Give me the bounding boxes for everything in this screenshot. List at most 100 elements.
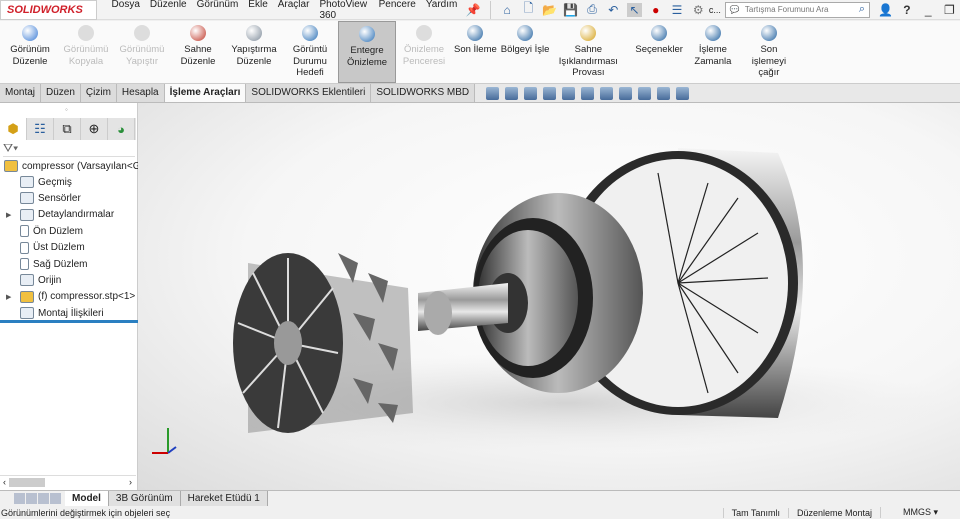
ribbon-son-is-lemeyi-c-ag-r-button[interactable]: Son işlemeyi çağır xyxy=(741,21,797,83)
ribbon-go-ru-ntu-durumu-hedefi-button[interactable]: Görüntü Durumu Hedefi xyxy=(282,21,338,83)
search-icon[interactable]: ⌕ xyxy=(859,3,865,16)
panel-grip[interactable]: ◦ xyxy=(65,105,68,114)
user-icon[interactable]: 👤 xyxy=(878,3,893,17)
zoom-area-icon[interactable] xyxy=(505,86,519,100)
tab-montaj[interactable]: Montaj xyxy=(0,84,42,102)
ribbon-go-ru-nu-mu-yap-s-t-r-button[interactable]: Görünümü Yapıştır xyxy=(114,21,170,83)
tab-model[interactable]: Model xyxy=(65,491,109,506)
ribbon-label: Görünüm Düzenle xyxy=(10,44,50,67)
tree-item-senso-rler[interactable]: Sensörler xyxy=(20,190,81,206)
tree-item-f-compressor-stp-1-v[interactable]: ▶ (f) compressor.stp<1> (V xyxy=(6,289,149,305)
rebuild-icon[interactable]: ● xyxy=(648,3,663,17)
menu-dosya[interactable]: Dosya xyxy=(107,0,145,21)
compressor-model[interactable] xyxy=(138,103,960,490)
origin-icon xyxy=(20,274,34,287)
menu-gorunum[interactable]: Görünüm xyxy=(192,0,244,21)
ribbon-son-i-leme-button[interactable]: Son İleme xyxy=(452,21,499,83)
next-tab-button[interactable] xyxy=(38,493,49,504)
menu-araclar[interactable]: Araçlar xyxy=(273,0,315,21)
pin-icon[interactable]: 📌 xyxy=(465,3,481,17)
view-orientation-icon[interactable] xyxy=(581,86,595,100)
ribbon-i-s-leme-zamanla-button[interactable]: İşleme Zamanla xyxy=(685,21,741,83)
section-view-icon[interactable] xyxy=(543,86,557,100)
tree-item-orijin[interactable]: Orijin xyxy=(20,272,61,288)
menu-ekle[interactable]: Ekle xyxy=(243,0,272,21)
prev-tab-button[interactable] xyxy=(26,493,37,504)
display-manager-tab[interactable]: ◕ xyxy=(108,118,135,140)
help-icon[interactable]: ? xyxy=(899,3,914,17)
units-selector[interactable]: MMGS ▾ xyxy=(880,507,960,518)
tree-item-gec-mis[interactable]: Geçmiş xyxy=(20,174,72,190)
menu-yardim[interactable]: Yardım xyxy=(421,0,463,21)
dynamic-annotation-icon[interactable] xyxy=(562,86,576,100)
more-commands[interactable]: c... xyxy=(709,5,721,15)
menu-photoview[interactable]: PhotoView 360 xyxy=(314,0,373,21)
horizontal-scrollbar[interactable]: ‹ › xyxy=(0,475,136,488)
edit-appearance-icon[interactable] xyxy=(638,86,652,100)
hide-show-icon[interactable] xyxy=(619,86,633,100)
save-icon[interactable]: 💾 xyxy=(563,3,578,17)
tree-item-u-st-du-zlem[interactable]: Üst Düzlem xyxy=(20,240,85,256)
search-input[interactable]: 💬 Tartışma Forumunu Ara ⌕ xyxy=(724,1,871,18)
ribbon-bo-lgeyi-i-s-le-button[interactable]: Bölgeyi İşle xyxy=(499,21,552,83)
tab-hesapla[interactable]: Hesapla xyxy=(116,84,165,102)
home-icon[interactable]: ⌂ xyxy=(500,3,515,17)
open-icon[interactable]: 📂 xyxy=(542,3,557,17)
solidworks-logo[interactable]: SOLIDWORKS xyxy=(0,0,97,20)
tree-item-label: Montaj İlişkileri xyxy=(38,307,104,319)
tree-item-sag-du-zlem[interactable]: Sağ Düzlem xyxy=(20,256,87,272)
configuration-manager-tab[interactable]: ⧉ xyxy=(54,118,81,140)
tree-item-montaj-i-lis-kileri[interactable]: Montaj İlişkileri xyxy=(20,305,104,321)
view-settings-icon[interactable] xyxy=(676,86,690,100)
o-nizleme-penceresi-icon xyxy=(416,25,432,41)
options-gear-icon[interactable]: ⚙ xyxy=(691,3,706,17)
minimize-icon[interactable]: _ xyxy=(921,3,936,17)
tree-item-label: (f) compressor.stp<1> (V xyxy=(38,291,149,303)
dimxpert-tab[interactable]: ⊕ xyxy=(81,118,108,140)
previous-view-icon[interactable] xyxy=(524,86,538,100)
file-properties-icon[interactable]: ☰ xyxy=(669,3,684,17)
ribbon-label: Önizleme Penceresi xyxy=(402,44,446,67)
menu-pencere[interactable]: Pencere xyxy=(374,0,421,21)
tab-hareket-etu-du-1[interactable]: Hareket Etüdü 1 xyxy=(180,491,268,506)
ribbon-yap-s-t-rma-du-zenle-button[interactable]: Yapıştırma Düzenle xyxy=(226,21,282,83)
tab-c-izim[interactable]: Çizim xyxy=(80,84,117,102)
ribbon-go-ru-nu-m-du-zenle-button[interactable]: Görünüm Düzenle xyxy=(2,21,58,83)
display-style-icon[interactable] xyxy=(600,86,614,100)
graphics-viewport[interactable] xyxy=(138,103,960,490)
select-icon[interactable]: ↖ xyxy=(626,2,643,17)
tab-i-s-leme-arac-lar[interactable]: İşleme Araçları xyxy=(164,84,247,102)
last-tab-button[interactable] xyxy=(50,493,61,504)
feature-manager-tab[interactable]: ⬢ xyxy=(0,118,27,140)
tab-solidworks-mbd[interactable]: SOLIDWORKS MBD xyxy=(371,84,476,102)
rollback-bar[interactable] xyxy=(0,320,138,323)
ribbon-sahne-du-zenle-button[interactable]: Sahne Düzenle xyxy=(170,21,226,83)
menu-duzenle[interactable]: Düzenle xyxy=(145,0,192,21)
tree-item-label: Ön Düzlem xyxy=(33,225,84,237)
expand-arrow-icon[interactable]: ▶ xyxy=(6,211,11,219)
filter-icon[interactable]: ⛛▾ xyxy=(3,141,135,157)
tree-item-detayland-rmalar[interactable]: ▶ Detaylandırmalar xyxy=(6,207,114,223)
tree-item-o-n-du-zlem[interactable]: Ön Düzlem xyxy=(20,223,83,239)
tab-solidworks-eklentileri[interactable]: SOLIDWORKS Eklentileri xyxy=(246,84,372,102)
first-tab-button[interactable] xyxy=(14,493,25,504)
apply-scene-icon[interactable] xyxy=(657,86,671,100)
zoom-to-fit-icon[interactable] xyxy=(486,86,500,100)
expand-arrow-icon[interactable]: ▶ xyxy=(6,293,11,301)
edit-mode: Düzenleme Montaj xyxy=(787,507,880,518)
undo-icon[interactable]: ↶ xyxy=(606,3,621,17)
ribbon-go-ru-nu-mu-kopyala-button[interactable]: Görünümü Kopyala xyxy=(58,21,114,83)
ribbon-entegre-o-nizleme-button[interactable]: Entegre Önizleme xyxy=(338,21,396,83)
new-file-icon[interactable]: 🗋 xyxy=(521,1,536,17)
ribbon-sec-enekler-button[interactable]: Seçenekler xyxy=(633,21,685,83)
print-icon[interactable]: ⎙ xyxy=(584,2,599,17)
tab-3b-go-ru-nu-m[interactable]: 3B Görünüm xyxy=(108,491,181,506)
tree-item-label: Orijin xyxy=(38,274,62,286)
tree-root-assembly[interactable]: compressor (Varsayılan<Gör xyxy=(4,158,149,174)
property-manager-tab[interactable]: ☷ xyxy=(27,118,54,140)
tab-du-zen[interactable]: Düzen xyxy=(41,84,81,102)
feature-manager-panel: ◦ ⬢ ☷ ⧉ ⊕ ◕ ⛛▾ compressor (Varsayılan<Gö… xyxy=(0,103,149,490)
ribbon-sahne-is-kland-rmas-provas-button[interactable]: Sahne Işıklandırması Provası xyxy=(551,21,625,83)
restore-icon[interactable]: ❐ xyxy=(942,3,957,17)
ribbon-o-nizleme-penceresi-button[interactable]: Önizleme Penceresi xyxy=(396,21,452,83)
